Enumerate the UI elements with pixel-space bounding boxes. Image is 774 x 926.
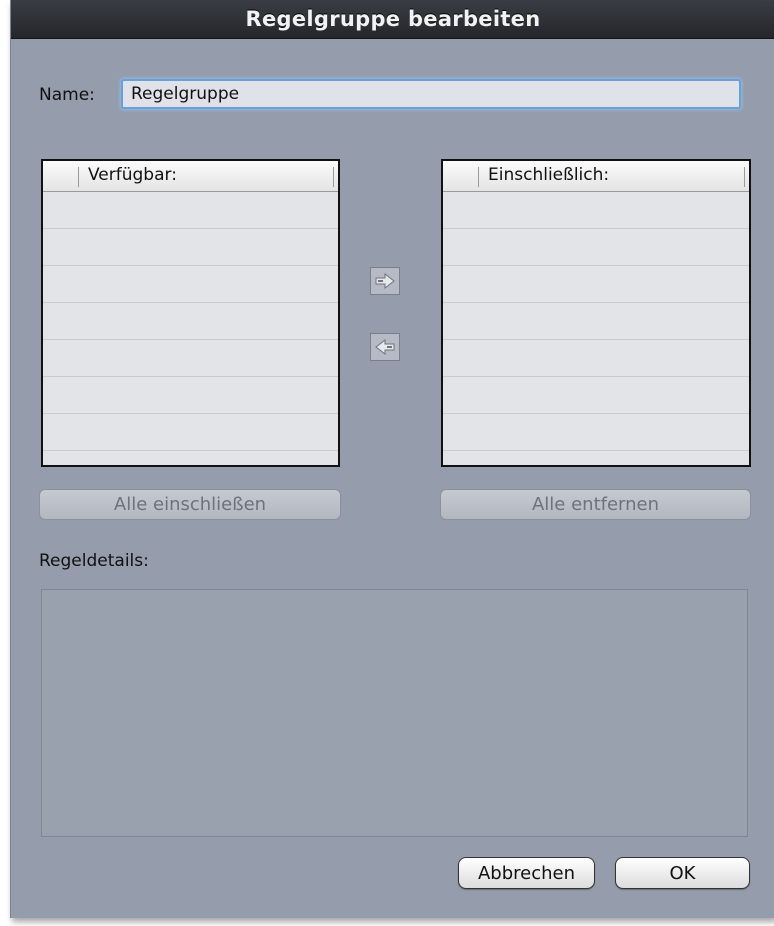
name-label: Name: <box>39 85 95 105</box>
header-divider <box>78 167 79 187</box>
arrow-left-icon <box>375 338 395 356</box>
add-to-included-button[interactable] <box>370 267 400 295</box>
remove-from-included-button[interactable] <box>370 333 400 361</box>
arrow-right-icon <box>375 272 395 290</box>
included-list[interactable]: Einschließlich: <box>441 159 751 467</box>
available-header-label: Verfügbar: <box>88 165 177 185</box>
ok-button[interactable]: OK <box>615 857 750 889</box>
title-bar[interactable]: Regelgruppe bearbeiten <box>11 0 774 39</box>
remove-all-button[interactable]: Alle entfernen <box>440 489 751 520</box>
rule-details-panel <box>41 589 748 837</box>
dialog-title: Regelgruppe bearbeiten <box>245 7 541 31</box>
included-header-label: Einschließlich: <box>488 165 610 185</box>
include-all-button[interactable]: Alle einschließen <box>39 489 341 520</box>
edit-rule-group-dialog: Regelgruppe bearbeiten Name: Verfügbar: … <box>10 0 774 918</box>
included-list-rows[interactable] <box>443 192 749 465</box>
name-input[interactable] <box>121 79 741 109</box>
available-list-header[interactable]: Verfügbar: <box>43 161 338 192</box>
rule-details-label: Regeldetails: <box>39 551 149 571</box>
available-list[interactable]: Verfügbar: <box>41 159 340 467</box>
available-list-rows[interactable] <box>43 192 338 465</box>
header-divider <box>478 167 479 187</box>
cancel-button[interactable]: Abbrechen <box>458 857 595 889</box>
header-divider <box>333 167 334 187</box>
header-divider <box>744 167 745 187</box>
included-list-header[interactable]: Einschließlich: <box>443 161 749 192</box>
